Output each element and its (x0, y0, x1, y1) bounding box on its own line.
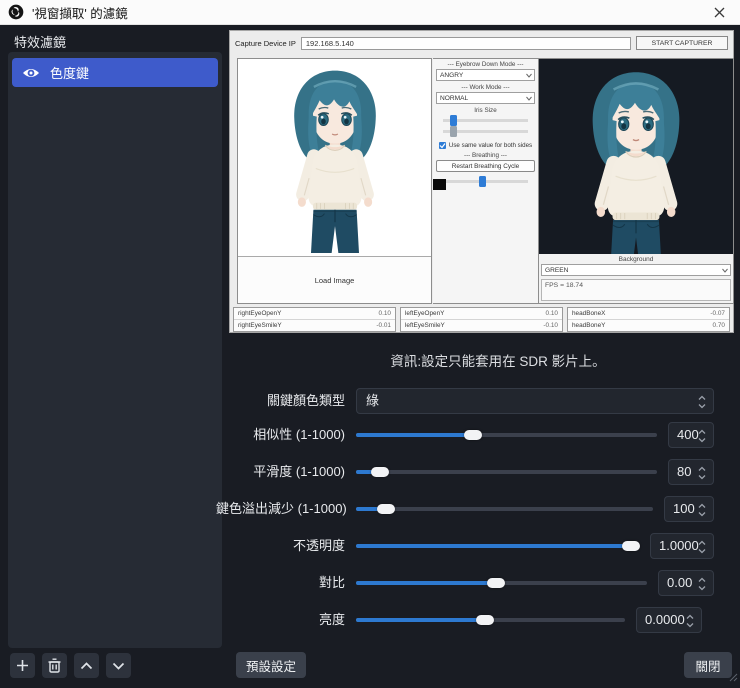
character-illustration-light (238, 59, 431, 255)
defaults-button[interactable]: 預設設定 (236, 652, 306, 678)
obs-logo-icon (8, 4, 24, 20)
capture-app-controls: --- Eyebrow Down Mode --- ANGRY --- Work… (433, 58, 538, 304)
filter-preview: Capture Device IP 192.168.5.140 START CA… (229, 30, 734, 333)
fps-readout: FPS = 18.74 (541, 279, 731, 301)
spinner-arrows-icon[interactable] (698, 428, 706, 452)
eye-visible-icon[interactable] (22, 66, 40, 80)
chevron-down-icon (112, 662, 125, 670)
spinner-arrows-icon[interactable] (698, 502, 706, 526)
status-column-left-eye: leftEyeOpenY 0.10 leftEyeSmileY -0.10 (400, 307, 563, 332)
work-mode-combobox: NORMAL (436, 92, 535, 104)
key-color-type-combobox[interactable]: 綠 (356, 388, 714, 414)
close-icon (714, 7, 725, 18)
slider-handle[interactable] (371, 467, 390, 477)
tracking-status-strip: rightEyeOpenY 0.10 rightEyeSmileY -0.01 le… (233, 307, 730, 332)
slider-handle[interactable] (476, 615, 495, 625)
smoothness-slider[interactable] (356, 459, 657, 485)
smoothness-value[interactable]: 80 (668, 459, 714, 485)
move-filter-up-button[interactable] (74, 653, 99, 678)
key-color-type-row: 關鍵顏色類型 綠 (216, 388, 714, 414)
contrast-row: 對比 0.00 (216, 570, 714, 596)
background-label: Background (618, 256, 654, 263)
slider-handle[interactable] (464, 430, 483, 440)
opacity-value[interactable]: 1.0000 (650, 533, 714, 559)
work-mode-header: --- Work Mode --- (461, 84, 510, 91)
iris-size-header: Iris Size (474, 107, 497, 114)
brightness-value[interactable]: 0.0000 (636, 607, 702, 633)
filter-item-label: 色度鍵 (50, 66, 90, 81)
opacity-slider[interactable] (356, 533, 640, 559)
remove-filter-button[interactable] (42, 653, 67, 678)
brightness-slider[interactable] (356, 607, 625, 633)
filter-item-chroma-key[interactable]: 色度鍵 (12, 58, 218, 87)
trash-icon (48, 658, 61, 673)
keyed-result-panel: Background GREEN FPS = 18.74 (538, 58, 734, 304)
similarity-value[interactable]: 400 (668, 422, 714, 448)
status-column-head: headBoneX -0.07 headBoneY 0.70 (567, 307, 730, 332)
combobox-arrows-icon[interactable] (698, 394, 706, 418)
status-column-right-eye: rightEyeOpenY 0.10 rightEyeSmileY -0.01 (233, 307, 396, 332)
key-color-type-label: 關鍵顏色類型 (266, 393, 345, 408)
close-window-button[interactable] (702, 0, 736, 24)
slider-handle[interactable] (486, 578, 505, 588)
add-filter-button[interactable] (10, 653, 35, 678)
sdr-info-text: 資訊:設定只能套用在 SDR 影片上。 (390, 354, 606, 369)
load-image-button: Load Image (238, 256, 431, 303)
plus-icon (16, 659, 29, 672)
contrast-value[interactable]: 0.00 (658, 570, 714, 596)
close-dialog-button[interactable]: 關閉 (684, 652, 732, 678)
effect-filters-header: 特效濾鏡 (14, 35, 67, 50)
move-filter-down-button[interactable] (106, 653, 131, 678)
filter-list[interactable]: 色度鍵 (8, 52, 222, 648)
chevron-up-icon (80, 661, 93, 670)
filters-dialog: '視窗擷取' 的濾鏡 特效濾鏡 色度鍵 Capture Device IP 19… (0, 0, 740, 688)
smoothness-row: 平滑度 (1-1000) 80 (216, 459, 714, 485)
checkbox-checked-icon (438, 142, 446, 149)
contrast-slider[interactable] (356, 570, 647, 596)
iris-size-slider-right (443, 126, 528, 137)
capture-device-ip-field: 192.168.5.140 (300, 36, 631, 50)
slider-handle[interactable] (621, 541, 640, 551)
spill-reduction-row: 鍵色溢出減少 (1-1000) 100 (216, 496, 714, 522)
capture-app-toolbar: Capture Device IP 192.168.5.140 START CA… (235, 35, 728, 51)
start-capturer-button: START CAPTURER (636, 36, 728, 50)
spinner-arrows-icon[interactable] (686, 613, 694, 637)
restart-breathing-button: Restart Breathing Cycle (436, 160, 535, 172)
same-value-checkbox-row: Use same value for both sides (435, 141, 536, 150)
resize-grip[interactable] (729, 669, 738, 687)
opacity-row: 不透明度 1.0000 (216, 533, 714, 559)
character-illustration-dark (539, 59, 733, 254)
spill-reduction-value[interactable]: 100 (664, 496, 714, 522)
spinner-arrows-icon[interactable] (698, 465, 706, 489)
capture-device-ip-label: Capture Device IP (235, 38, 296, 48)
title-bar[interactable]: '視窗擷取' 的濾鏡 (0, 0, 740, 25)
spinner-arrows-icon[interactable] (698, 576, 706, 600)
color-swatch (433, 179, 446, 190)
window-title: '視窗擷取' 的濾鏡 (32, 6, 128, 21)
eyebrow-mode-header: --- Eyebrow Down Mode --- (447, 61, 524, 68)
similarity-row: 相似性 (1-1000) 400 (216, 422, 714, 448)
similarity-slider[interactable] (356, 422, 657, 448)
source-image-panel: Load Image (237, 58, 432, 304)
iris-size-slider-left (443, 115, 528, 126)
breathing-slider (443, 176, 528, 187)
spill-reduction-slider[interactable] (356, 496, 653, 522)
brightness-row: 亮度 0.0000 (216, 607, 702, 633)
breathing-header: --- Breathing --- (463, 152, 508, 159)
eyebrow-mode-combobox: ANGRY (436, 69, 535, 81)
background-combobox: GREEN (541, 264, 731, 276)
slider-handle[interactable] (376, 504, 395, 514)
spinner-arrows-icon[interactable] (698, 539, 706, 563)
